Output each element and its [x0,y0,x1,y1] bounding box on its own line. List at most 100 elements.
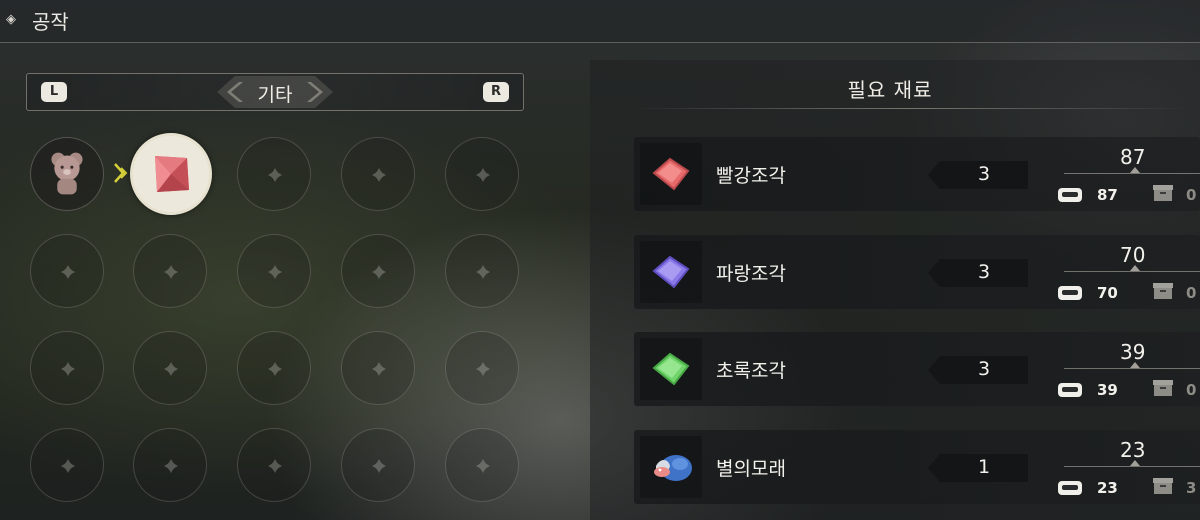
empty-slot[interactable] [237,137,311,211]
slot-placeholder-icon [476,168,490,182]
storage-box-icon [1153,185,1173,201]
owned-total: 39 [1120,340,1146,364]
slot-placeholder-icon [61,362,75,376]
storage-count: 0 [1186,186,1197,204]
panel-divider [630,108,1190,109]
slot-placeholder-icon [476,362,490,376]
slot-placeholder-icon [476,459,490,473]
star-sand-pouch-icon [654,455,692,481]
owned-divider [1064,368,1200,369]
empty-slot[interactable] [341,428,415,502]
storage-box-icon [1153,283,1173,299]
owned-total: 87 [1120,145,1146,169]
storage-count: 0 [1186,284,1197,302]
red-crystal-icon [155,156,189,192]
material-row-green[interactable]: 초록조각 3 39 39 0 [634,332,1200,406]
required-amount-badge: 1 [928,454,1028,482]
empty-slot[interactable] [445,234,519,308]
material-name: 파랑조각 [716,263,786,285]
empty-slot[interactable] [237,428,311,502]
material-icon-box [640,338,702,400]
page-title: 공작 [32,10,69,34]
caret-up-icon [1130,362,1140,368]
empty-slot[interactable] [30,234,104,308]
slot-placeholder-icon [372,168,386,182]
material-name: 별의모래 [716,458,786,480]
slot-placeholder-icon [268,265,282,279]
blue-fragment-icon [652,255,690,289]
inventory-count: 70 [1097,284,1118,302]
empty-slot[interactable] [30,331,104,405]
inventory-icon [1058,286,1082,300]
owned-divider [1064,271,1200,272]
slot-placeholder-icon [164,362,178,376]
empty-slot[interactable] [133,331,207,405]
slot-placeholder-icon [164,459,178,473]
owned-divider [1064,466,1200,467]
material-name: 초록조각 [716,360,786,382]
item-slot-selected-crystal[interactable] [130,133,212,215]
empty-slot[interactable] [30,428,104,502]
empty-slot[interactable] [237,234,311,308]
material-icon-box [640,143,702,205]
selection-arrow-icon [114,163,128,183]
caret-up-icon [1130,460,1140,466]
required-amount: 3 [977,358,991,380]
inventory-count: 23 [1097,479,1118,497]
category-bar: L 기타 R [26,73,524,111]
top-header: ◈ 공작 [0,0,1200,43]
slot-placeholder-icon [268,459,282,473]
material-row-blue[interactable]: 파랑조각 3 70 70 0 [634,235,1200,309]
inventory-icon [1058,188,1082,202]
red-fragment-icon [652,157,690,191]
required-amount: 1 [977,456,991,478]
empty-slot[interactable] [445,331,519,405]
material-row-star-sand[interactable]: 별의모래 1 23 23 3 [634,430,1200,504]
required-amount-badge: 3 [928,259,1028,287]
empty-slot[interactable] [133,234,207,308]
caret-up-icon [1130,265,1140,271]
storage-count: 3 [1186,479,1197,497]
required-amount-badge: 3 [928,161,1028,189]
diamond-icon: ◈ [6,12,16,27]
inventory-icon [1058,481,1082,495]
inventory-icon [1058,383,1082,397]
slot-placeholder-icon [476,265,490,279]
storage-box-icon [1153,380,1173,396]
empty-slot[interactable] [341,234,415,308]
empty-slot[interactable] [237,331,311,405]
slot-placeholder-icon [268,362,282,376]
empty-slot[interactable] [133,428,207,502]
material-icon-box [640,241,702,303]
slot-placeholder-icon [372,362,386,376]
empty-slot[interactable] [445,137,519,211]
bear-doll-icon [51,152,83,195]
empty-slot[interactable] [341,137,415,211]
caret-up-icon [1130,167,1140,173]
slot-placeholder-icon [372,459,386,473]
owned-divider [1064,173,1200,174]
material-row-red[interactable]: 빨강조각 3 87 87 0 [634,137,1200,211]
storage-box-icon [1153,478,1173,494]
material-icon-box [640,436,702,498]
storage-count: 0 [1186,381,1197,399]
next-category-button[interactable]: R [483,82,509,102]
empty-slot[interactable] [341,331,415,405]
inventory-count: 39 [1097,381,1118,399]
empty-slot[interactable] [445,428,519,502]
slot-placeholder-icon [268,168,282,182]
owned-total: 23 [1120,438,1146,462]
slot-placeholder-icon [164,265,178,279]
item-slot-bear[interactable] [30,137,104,211]
owned-total: 70 [1120,243,1146,267]
category-label: 기타 [257,84,293,106]
green-fragment-icon [652,352,690,386]
required-amount-badge: 3 [928,356,1028,384]
required-amount: 3 [977,261,991,283]
slot-placeholder-icon [61,265,75,279]
panel-title: 필요 재료 [847,78,933,102]
required-amount: 3 [977,163,991,185]
inventory-count: 87 [1097,186,1118,204]
material-name: 빨강조각 [716,165,786,187]
slot-placeholder-icon [372,265,386,279]
